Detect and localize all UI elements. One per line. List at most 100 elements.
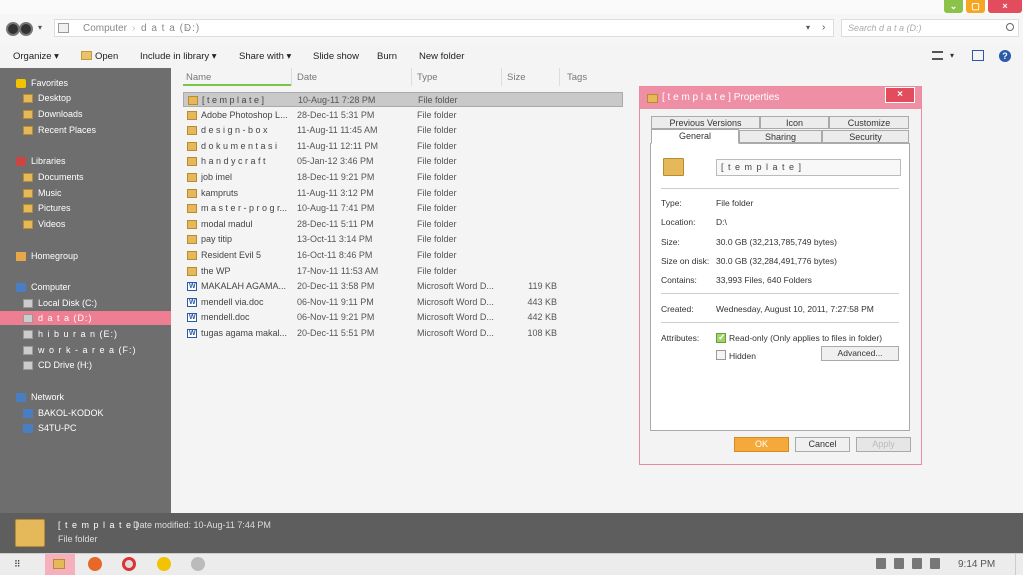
sidebar-item-bakol-kodok[interactable]: BAKOL-KODOK (0, 406, 171, 420)
apply-button[interactable]: Apply (856, 437, 911, 452)
minimize-button[interactable]: ⌄ (944, 0, 963, 13)
maximize-button[interactable]: ▢ (966, 0, 985, 13)
file-row[interactable]: MAKALAH AGAMA...20-Dec-11 3:58 PMMicroso… (183, 279, 623, 294)
column-header-name[interactable]: Name (186, 72, 211, 83)
sidebar-item-desktop[interactable]: Desktop (0, 91, 171, 105)
search-icon[interactable] (1006, 23, 1014, 31)
column-divider[interactable] (291, 68, 292, 86)
column-divider[interactable] (411, 68, 412, 86)
organize-button[interactable]: Organize ▾ (13, 51, 59, 62)
file-row[interactable]: mendell via.doc06-Nov-11 9:11 PMMicrosof… (183, 295, 623, 310)
firefox-icon[interactable] (88, 557, 102, 571)
file-row[interactable]: the WP 17-Nov-11 11:53 AM File folder (183, 264, 623, 279)
hidden-checkbox[interactable] (716, 350, 726, 360)
file-row[interactable]: m a s t e r - p r o g r... 10-Aug-11 7:41… (183, 201, 623, 216)
created-label: Created: (661, 304, 694, 314)
sidebar-item-s4tu-pc[interactable]: S4TU-PC (0, 421, 171, 435)
forward-button[interactable] (19, 22, 33, 36)
help-icon[interactable]: ? (999, 50, 1011, 62)
sidebar-item-data-d[interactable]: d a t a (D:) (0, 311, 171, 325)
dialog-title-bar[interactable]: [ t e m p l a t e ] Properties × (640, 87, 921, 109)
sidebar-network[interactable]: Network (0, 390, 171, 404)
back-button[interactable] (6, 22, 20, 36)
column-divider[interactable] (501, 68, 502, 86)
tab-previous-versions[interactable]: Previous Versions (651, 116, 760, 129)
messenger-icon[interactable] (157, 557, 171, 571)
burn-button[interactable]: Burn (377, 51, 397, 62)
close-button[interactable]: × (988, 0, 1022, 13)
tab-icon[interactable]: Icon (760, 116, 829, 129)
file-row[interactable]: pay titip 13-Oct-11 3:14 PM File folder (183, 232, 623, 247)
folder-name-input[interactable]: [ t e m p l a t e ] (716, 159, 901, 176)
tab-security[interactable]: Security (822, 130, 909, 143)
cancel-button[interactable]: Cancel (795, 437, 850, 452)
file-row[interactable]: d o k u m e n t a s i 11-Aug-11 12:11 PM F… (183, 139, 623, 154)
file-row[interactable]: [ t e m p l a t e ] 10-Aug-11 7:28 PM File… (183, 92, 623, 107)
device-tray-icon[interactable] (912, 558, 922, 569)
network-tray-icon[interactable] (894, 558, 904, 569)
start-button[interactable]: ⠿ (14, 559, 21, 570)
sidebar-item-recent-places[interactable]: Recent Places (0, 123, 171, 137)
volume-icon[interactable] (930, 558, 940, 569)
tab-sharing[interactable]: Sharing (739, 130, 822, 143)
breadcrumb-computer[interactable]: Computer (83, 23, 127, 34)
file-row[interactable]: kampruts 11-Aug-11 3:12 PM File folder (183, 186, 623, 201)
tab-customize[interactable]: Customize (829, 116, 909, 129)
readonly-checkbox[interactable] (716, 332, 726, 343)
size-value: 30.0 GB (32,213,785,749 bytes) (716, 237, 837, 247)
view-dropdown[interactable]: ▾ (950, 51, 954, 60)
sidebar-item-music[interactable]: Music (0, 186, 171, 200)
preview-pane-icon[interactable] (972, 50, 984, 61)
include-in-library-button[interactable]: Include in library ▾ (140, 51, 217, 62)
sidebar-item-work-area-f[interactable]: w o r k - a r e a (F:) (0, 343, 171, 357)
file-row[interactable]: Adobe Photoshop L... 28-Dec-11 5:31 PM Fil… (183, 108, 623, 123)
recent-pages-dropdown[interactable]: ▾ (38, 23, 42, 32)
column-header-tags[interactable]: Tags (567, 72, 587, 83)
file-row[interactable]: modal madul 28-Dec-11 5:11 PM File folder (183, 217, 623, 232)
chrome-icon[interactable] (122, 557, 136, 571)
slide-show-button[interactable]: Slide show (313, 51, 359, 62)
address-field[interactable]: Computer › d a t a (D:) › ▾ › (54, 19, 834, 37)
breadcrumb-separator[interactable]: › (185, 23, 188, 34)
advanced-button[interactable]: Advanced... (821, 346, 899, 361)
sidebar-item-cd-drive-h[interactable]: CD Drive (H:) (0, 358, 171, 372)
file-row[interactable]: mendell.doc06-Nov-11 9:21 PMMicrosoft Wo… (183, 310, 623, 325)
open-button[interactable]: Open (81, 51, 118, 62)
sidebar-favorites[interactable]: Favorites (0, 76, 171, 90)
sidebar-item-hiburan-e[interactable]: h i b u r a n (E:) (0, 327, 171, 341)
sidebar-item-pictures[interactable]: Pictures (0, 201, 171, 215)
column-header-size[interactable]: Size (507, 72, 525, 83)
sidebar-computer[interactable]: Computer (0, 280, 171, 294)
sidebar-libraries[interactable]: Libraries (0, 154, 171, 168)
sidebar-item-videos[interactable]: Videos (0, 217, 171, 231)
search-input[interactable]: Search d a t a (D:) (841, 19, 1019, 37)
view-options-icon[interactable] (932, 51, 943, 60)
folder-icon (187, 266, 197, 276)
ok-button[interactable]: OK (734, 437, 789, 452)
sidebar-item-downloads[interactable]: Downloads (0, 107, 171, 121)
file-row[interactable]: job imel 18-Dec-11 9:21 PM File folder (183, 170, 623, 185)
file-row[interactable]: Resident Evil 5 16-Oct-11 8:46 PM File fol… (183, 248, 623, 263)
share-with-button[interactable]: Share with ▾ (239, 51, 291, 62)
taskbar-explorer-button[interactable] (45, 554, 75, 575)
tray-up-icon[interactable] (876, 558, 886, 569)
column-header-type[interactable]: Type (417, 72, 438, 83)
sidebar-item-documents[interactable]: Documents (0, 170, 171, 184)
new-folder-button[interactable]: New folder (419, 51, 464, 62)
column-header-date[interactable]: Date (297, 72, 317, 83)
file-row[interactable]: tugas agama makal...20-Dec-11 5:51 PMMic… (183, 326, 623, 341)
sidebar-item-local-disk-c[interactable]: Local Disk (C:) (0, 296, 171, 310)
clock[interactable]: 9:14 PM (958, 559, 995, 570)
breadcrumb-separator[interactable]: › (132, 23, 135, 34)
refresh-button[interactable]: › (822, 22, 825, 33)
app-icon[interactable] (191, 557, 205, 571)
dialog-close-button[interactable]: × (885, 87, 915, 103)
show-desktop-button[interactable] (1015, 554, 1023, 575)
column-divider[interactable] (559, 68, 560, 86)
tab-general[interactable]: General (651, 129, 739, 144)
file-row[interactable]: h a n d y c r a f t 05-Jan-12 3:46 PM File… (183, 154, 623, 169)
address-dropdown[interactable]: ▾ (806, 23, 810, 32)
file-row[interactable]: d e s i g n - b o x 11-Aug-11 11:45 AM Fil… (183, 123, 623, 138)
sidebar-homegroup[interactable]: Homegroup (0, 249, 171, 263)
breadcrumb-data-drive[interactable]: d a t a (D:) (141, 23, 200, 34)
